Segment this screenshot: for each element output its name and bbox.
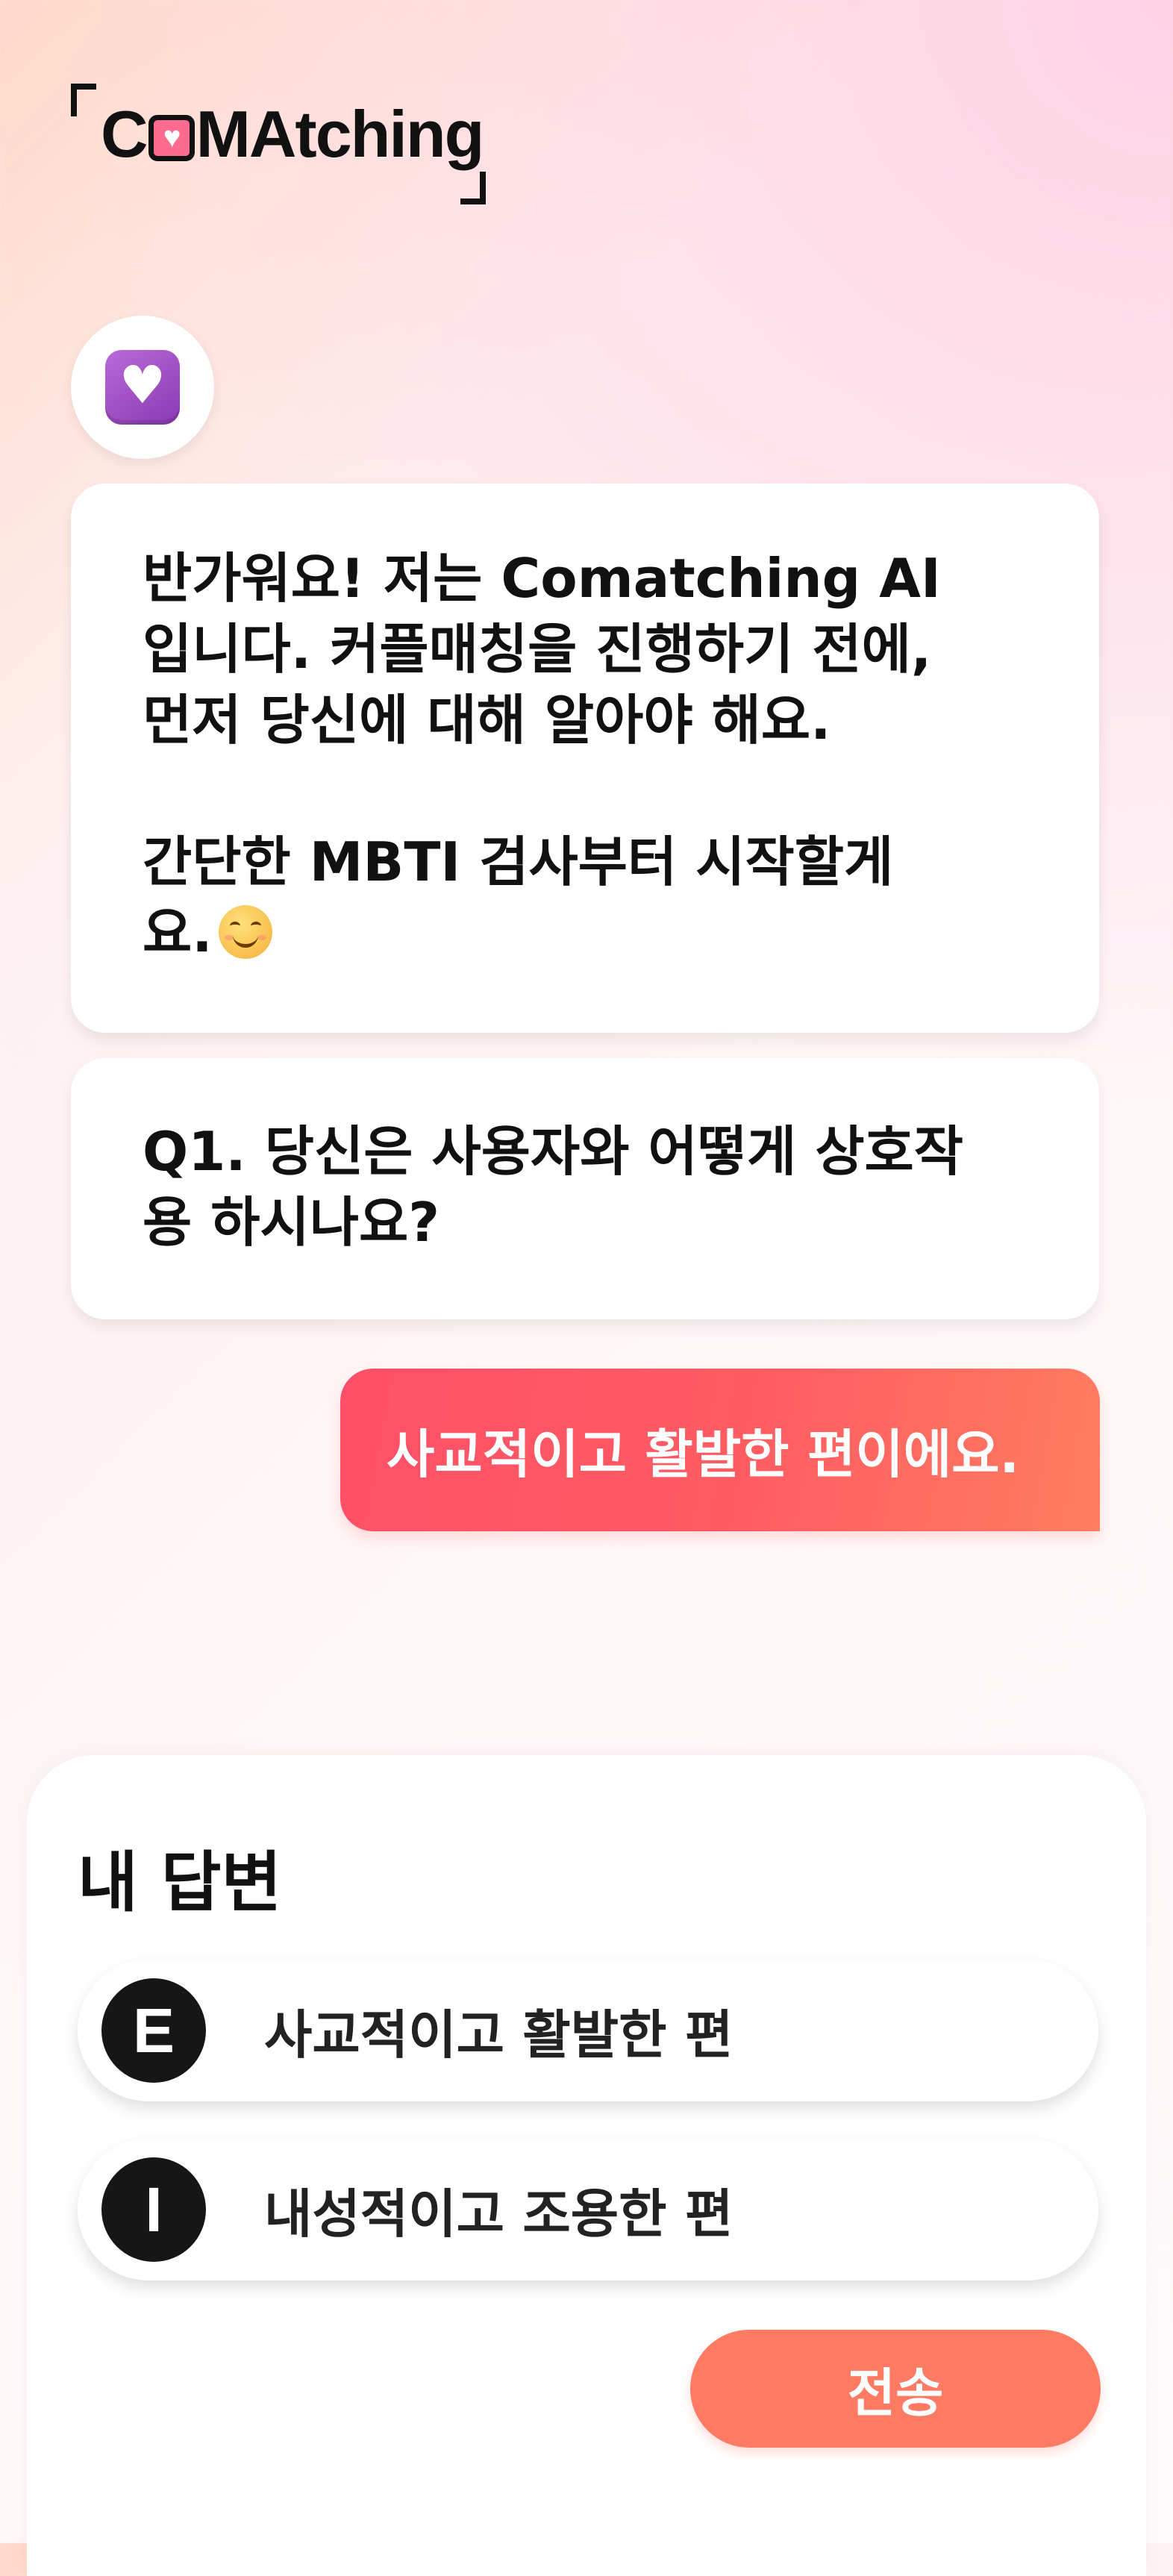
- message-line-text: 요.: [143, 901, 213, 964]
- answer-option-i[interactable]: I 내성적이고 조용한 편: [78, 2139, 1098, 2280]
- logo-suffix: MAtching: [196, 97, 485, 171]
- message-line: 용 하시나요?: [143, 1191, 440, 1254]
- message-line: 간단한 MBTI 검사부터 시작할게: [143, 831, 894, 893]
- send-button[interactable]: 전송: [690, 2330, 1101, 2448]
- purple-heart-icon: [105, 350, 180, 425]
- message-line: 입니다. 커플매칭을 진행하기 전에,: [143, 618, 932, 681]
- option-badge: E: [101, 1978, 206, 2083]
- answer-panel: 내 답변 E 사교적이고 활발한 편 I 내성적이고 조용한 편 전송: [27, 1755, 1146, 2576]
- emoji-cheek-icon: [257, 935, 266, 940]
- logo-bracket-bottom-right: [460, 172, 486, 204]
- emoji-cheek-icon: [224, 935, 234, 940]
- message-line: 반가워요! 저는 Comatching AI: [143, 547, 941, 610]
- option-label: 내성적이고 조용한 편: [264, 2183, 733, 2245]
- option-label: 사교적이고 활발한 편: [264, 2004, 733, 2066]
- message-line: Q1. 당신은 사용자와 어떻게 상호작: [143, 1120, 964, 1183]
- logo-prefix: C: [101, 97, 148, 171]
- app-logo: C MAtching: [71, 84, 489, 204]
- message-line: 먼저 당신에 대해 알아야 해요.: [143, 689, 831, 751]
- smiling-face-emoji-icon: [218, 905, 272, 959]
- answer-panel-title: 내 답변: [78, 1844, 282, 1921]
- bot-message-question: Q1. 당신은 사용자와 어떻게 상호작 용 하시나요?: [71, 1058, 1099, 1319]
- bot-message-greeting: 반가워요! 저는 Comatching AI 입니다. 커플매칭을 진행하기 전…: [71, 484, 1099, 1033]
- logo-wordmark: CMAtching: [101, 101, 484, 167]
- answer-option-e[interactable]: E 사교적이고 활발한 편: [78, 1960, 1098, 2101]
- message-line-last: 요.: [143, 898, 1027, 969]
- emoji-eye-icon: [250, 922, 261, 931]
- user-message: 사교적이고 활발한 편이에요.: [340, 1369, 1100, 1531]
- user-message-text: 사교적이고 활발한 편이에요.: [387, 1423, 1020, 1485]
- option-badge: I: [101, 2157, 206, 2262]
- bot-avatar: [71, 316, 214, 459]
- logo-bracket-top-left: [71, 84, 96, 116]
- heart-icon: [148, 115, 195, 161]
